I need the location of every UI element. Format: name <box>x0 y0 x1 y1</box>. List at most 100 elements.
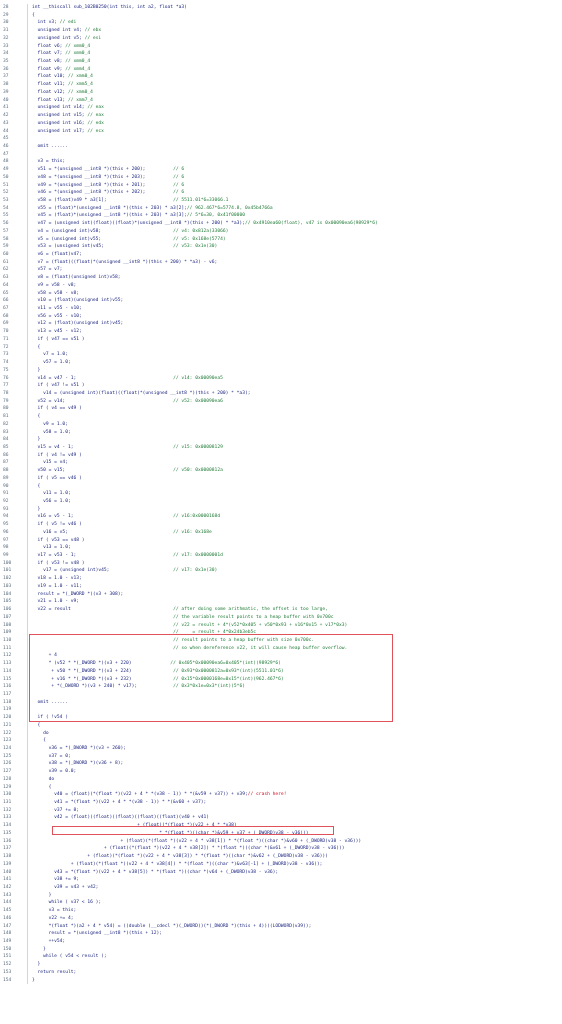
code-line[interactable]: 154} <box>0 976 562 985</box>
code-line[interactable]: 106 v22 = result // after doing some ari… <box>0 606 562 614</box>
code-line[interactable]: 60 v6 = (float)v47; <box>0 251 562 259</box>
code-line[interactable]: 39 float v12; // xmm0_4 <box>0 88 562 97</box>
code-line[interactable]: 150 } <box>0 945 562 954</box>
code-line[interactable]: 122 do <box>0 729 562 738</box>
code-line[interactable]: 101 v17 = (unsigned int)v45; // v17: 0x1… <box>0 567 562 576</box>
code-line[interactable]: 114 + v50 * *(_DWORD *)(v3 + 224) // 0x9… <box>0 667 562 676</box>
code-line[interactable]: 49 v51 = *(unsigned __int8 *)(this + 200… <box>0 166 562 174</box>
code-line[interactable]: 137 + (float)(*(float *)(v22 + 4 * v38[2… <box>0 845 562 854</box>
code-line[interactable]: 95 if ( v5 != v46 ) <box>0 521 562 529</box>
code-line[interactable]: 126 v38 = *(_DWORD *)(v36 + 8); <box>0 760 562 769</box>
code-line[interactable]: 87 v15 = v4; <box>0 459 562 468</box>
code-line[interactable]: 135 * *(float *)((char *)&v59 + v37 + (_… <box>0 829 562 838</box>
code-line[interactable]: 91 v11 = 1.0; <box>0 490 562 498</box>
code-line[interactable]: 28 int __thiscall sub_102B0250(int this, … <box>0 4 562 12</box>
code-line[interactable]: 111 // so when dereference v22, it will … <box>0 644 562 653</box>
code-line[interactable]: 75 } <box>0 366 562 375</box>
code-line[interactable]: 58 v5 = (unsigned int)v55; // v5: 0x168e… <box>0 235 562 244</box>
code-line[interactable]: 77 if ( v47 != v51 ) <box>0 382 562 390</box>
code-line[interactable]: 51 v49 = *(unsigned __int8 *)(this + 201… <box>0 181 562 190</box>
code-line[interactable]: 127 v39 = 0.0; <box>0 768 562 776</box>
code-line[interactable]: 59 v53 = (unsigned int)v45; // v53: 0x1e… <box>0 243 562 251</box>
code-line[interactable]: 124 v36 = *(_DWORD *)(v3 + 260); <box>0 745 562 753</box>
code-line[interactable]: 41 unsigned int v14; // eax <box>0 104 562 113</box>
code-line[interactable]: 129 { <box>0 783 562 792</box>
code-line[interactable]: 92 v56 = 1.0; <box>0 498 562 506</box>
code-line[interactable]: 89 if ( v5 == v46 ) <box>0 474 562 483</box>
code-line[interactable]: 93 } <box>0 505 562 514</box>
code-line[interactable]: 40 float v13; // xmm7_4 <box>0 96 562 105</box>
code-line[interactable]: 32 unsigned int v5; // esi <box>0 34 562 43</box>
code-line[interactable]: 31 unsigned int v4; // ebx <box>0 27 562 35</box>
code-line[interactable]: 69 v12 = (float)(unsigned int)v45; <box>0 320 562 329</box>
code-line[interactable]: 99 v17 = v53 - 1; // v17: 0x0000001d <box>0 552 562 560</box>
code-line[interactable]: 121 { <box>0 721 562 730</box>
code-line[interactable]: 45 <box>0 135 562 143</box>
code-line[interactable]: 52 v46 = *(unsigned __int8 *)(this + 202… <box>0 189 562 197</box>
code-line[interactable]: 56 v47 = (unsigned int)(float)((float)*(… <box>0 220 562 228</box>
code-line[interactable]: 65 v58 = v58 - v8; <box>0 289 562 298</box>
code-line[interactable]: 63 v8 = (float)(unsigned int)v58; <box>0 274 562 282</box>
code-line[interactable]: 80 if ( v4 == v49 ) <box>0 405 562 414</box>
code-line[interactable]: 125 v37 = 0; <box>0 752 562 761</box>
code-line[interactable]: 103 v19 = 1.0 - v11; <box>0 582 562 591</box>
code-line[interactable]: 74 v57 = 1.0; <box>0 359 562 367</box>
code-line[interactable]: 46 omit ...... <box>0 142 562 151</box>
code-line[interactable]: 130 v40 = (float)(*(float *)(v22 + 4 * *… <box>0 791 562 800</box>
code-line[interactable]: 42 unsigned int v15; // eax <box>0 112 562 120</box>
code-line[interactable]: 62 v57 = v7; <box>0 266 562 275</box>
code-line[interactable]: 109 // = result + 4*0x24b3eb5c <box>0 629 562 637</box>
code-line[interactable]: 86 if ( v4 != v49 ) <box>0 451 562 460</box>
code-line[interactable]: 115 + v16 * *(_DWORD *)(v3 + 232) // 0x1… <box>0 675 562 684</box>
code-line[interactable]: 143 } <box>0 891 562 900</box>
code-line[interactable]: 53 v58 = (float)v49 * a3[1]; // 5511.01*… <box>0 196 562 205</box>
code-line[interactable]: 144 while ( v37 < 16 ); <box>0 899 562 908</box>
code-line[interactable]: 104 result = *(_DWORD *)(v3 + 308); <box>0 590 562 599</box>
code-line[interactable]: 112 + 4 <box>0 652 562 661</box>
code-line[interactable]: 108 // v22 = result + 4*(v52*0x405 + v50… <box>0 621 562 630</box>
code-line[interactable]: 48 v3 = this; <box>0 158 562 167</box>
code-line[interactable]: 34 float v7; // xmm0_4 <box>0 50 562 59</box>
code-line[interactable]: 44 unsigned int v17; // ecx <box>0 127 562 136</box>
code-line[interactable]: 72 { <box>0 343 562 352</box>
code-line[interactable]: 71 if ( v47 == v51 ) <box>0 335 562 344</box>
code-line[interactable]: 84 } <box>0 436 562 444</box>
code-line[interactable]: 140 v43 = *(float *)(v22 + 4 * v38[5]) *… <box>0 868 562 877</box>
code-line[interactable]: 136 + (float)(*(float *)(v22 + 4 * v38[1… <box>0 837 562 846</box>
code-line[interactable]: 85 v15 = v4 - 1; // v15: 0x00008129 <box>0 443 562 452</box>
code-line[interactable]: 110 // result points to a heap buffer wi… <box>0 636 562 645</box>
code-line[interactable]: 133 v42 = (float)((float)((float)((float… <box>0 814 562 823</box>
code-line[interactable]: 79 v52 = v14; // v52: 0x00090ea6 <box>0 397 562 406</box>
code-line[interactable]: 119 <box>0 706 562 715</box>
code-line[interactable]: 97 if ( v53 == v48 ) <box>0 536 562 545</box>
code-line[interactable]: 118 omit ...... <box>0 698 562 707</box>
code-line[interactable]: 33 float v6; // xmm0_4 <box>0 42 562 51</box>
code-line[interactable]: 96 v16 = v5; // v16: 0x168e <box>0 528 562 537</box>
code-line[interactable]: 131 v41 = *(float *)(v22 + 4 * *(v38 - 1… <box>0 799 562 807</box>
code-line[interactable]: 105 v21 = 1.0 - v9; <box>0 598 562 607</box>
code-line[interactable]: 30 int v3; // edi <box>0 19 562 28</box>
code-line[interactable]: 64 v9 = v58 - v8; <box>0 281 562 290</box>
code-line[interactable]: 147 *(float *)(a2 + 4 * v54) = ((double … <box>0 922 562 931</box>
code-line[interactable]: 88 v50 = v15; // v50: 0x0000812a <box>0 467 562 475</box>
code-line[interactable]: 134 + (float)(*(float *)(v22 + 4 * *v38) <box>0 822 562 830</box>
code-line[interactable]: 107 // the variable result points to a h… <box>0 613 562 622</box>
code-line[interactable]: 98 v13 = 1.0; <box>0 544 562 553</box>
code-line[interactable]: 120 if ( !v54 ) <box>0 714 562 722</box>
code-line[interactable]: 148 result = *(unsigned __int8 *)(this +… <box>0 930 562 938</box>
code-line[interactable]: 128 do <box>0 775 562 784</box>
code-line[interactable]: 142 v39 = v43 + v42; <box>0 883 562 892</box>
code-line[interactable]: 76 v14 = v47 - 1; // v14: 0x00090ea5 <box>0 374 562 383</box>
code-line[interactable]: 57 v4 = (unsigned int)v58; // v4: 0x812a… <box>0 227 562 236</box>
code-line[interactable]: 37 float v10; // xmm0_4 <box>0 73 562 82</box>
code-line[interactable]: 55 v45 = (float)*(unsigned __int8 *)(thi… <box>0 212 562 221</box>
code-line[interactable]: 35 float v8; // xmm0_4 <box>0 58 562 66</box>
code-line[interactable]: 47 <box>0 150 562 159</box>
code-line[interactable]: 73 v7 = 1.0; <box>0 351 562 360</box>
code-line[interactable]: 151 while ( v54 < result ); <box>0 953 562 962</box>
code-line[interactable]: 90 { <box>0 482 562 491</box>
code-line[interactable]: 100 if ( v53 != v48 ) <box>0 559 562 568</box>
code-line[interactable]: 113 * (v52 * *(_DWORD *)(v3 + 220) // 0x… <box>0 660 562 668</box>
code-line[interactable]: 141 v38 += 9; <box>0 876 562 884</box>
code-line[interactable]: 67 v11 = v55 - v10; <box>0 305 562 313</box>
